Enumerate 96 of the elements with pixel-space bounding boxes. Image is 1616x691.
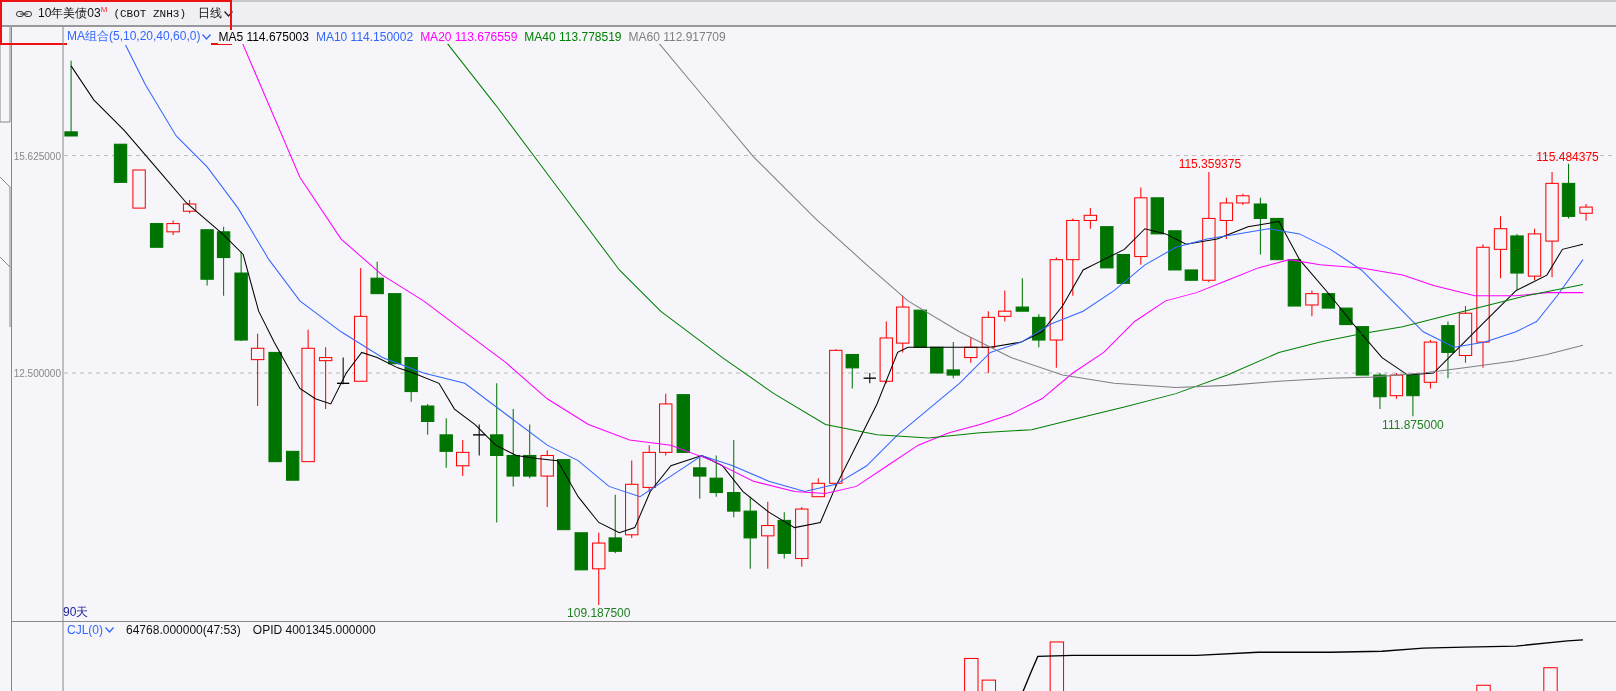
candlestick [1253,197,1268,255]
candlestick [1458,305,1473,364]
candlestick [113,143,128,183]
candlestick [1373,372,1387,410]
candlestick [879,320,893,384]
candlestick [608,494,622,554]
candlestick [1184,269,1199,281]
moving-average-value: MA10 114.150002 [315,29,414,44]
candlestick [659,393,673,456]
candlestick [1389,372,1404,400]
candlestick [811,477,825,498]
candlestick [1579,203,1593,221]
instrument-code: (CBOT ZNH3) [113,7,186,20]
candlestick [1423,339,1438,389]
volume-reading: 64768.000000(47:53) [126,623,241,637]
candlestick [1015,277,1030,312]
candlestick [1406,372,1420,417]
candlestick [1219,197,1234,240]
candlestick [1321,293,1336,309]
candlestick [642,444,656,493]
volume-bar [1543,667,1558,691]
candlestick [1305,290,1319,317]
candlestick [1083,207,1098,230]
volume-bar [1476,684,1491,691]
moving-average-value: MA40 113.778519 [524,29,622,44]
indicator-dropdown[interactable]: MA组合(5,10,20,40,60,0) [67,28,212,45]
side-tabs-drawing[interactable] [0,27,11,327]
candlestick [439,417,453,469]
price-extreme-label: 115.484375 [1536,149,1599,164]
price-extreme-label: 115.359375 [1178,156,1242,171]
indicator-dropdown[interactable]: CJL(0) [67,623,114,637]
volume-bar [1049,641,1065,691]
price-extreme-label: 111.875000 [1382,417,1444,432]
candlestick [1116,254,1131,284]
volume-reading: OPID 4001345.000000 [252,623,376,637]
candlestick [981,310,995,374]
candlestick [777,511,791,560]
candlestick [523,424,537,479]
market-label: M [100,5,108,14]
candlestick [795,506,809,568]
candlestick [964,336,978,364]
candlestick [1493,215,1508,279]
candlestick [540,449,554,508]
candlestick [1168,230,1182,271]
candlestick [761,501,775,570]
candlestick [200,229,214,286]
candlestick [420,403,435,436]
candlestick [1100,226,1114,269]
candlestick [149,223,164,248]
candlestick [1355,326,1370,376]
candlestick [336,357,350,385]
caret-icon [224,10,233,17]
candlestick [998,290,1012,322]
caret-icon [202,33,212,40]
candlestick [845,353,859,389]
link-icon[interactable] [16,9,32,18]
price-axis-label: 15.625000 [13,150,61,162]
candlestick [456,439,470,477]
candlestick [896,295,910,353]
instrument-title: 10年美债03 [38,5,101,22]
price-axis-label: 12.500000 [13,368,61,379]
candlestick [1270,217,1284,261]
candlestick [574,532,588,571]
candlestick [557,459,571,531]
volume-bar [981,679,997,691]
candlestick [370,261,384,295]
range-label: 90天 [63,604,89,621]
candlestick [676,394,690,453]
moving-average-value: MA5 114.675003 [218,29,309,44]
candlestick [216,226,231,297]
moving-average-value: MA20 113.676559 [420,29,518,44]
candlestick [1561,163,1576,219]
candlestick [404,357,418,403]
candlestick [1527,228,1542,281]
candlestick [472,424,487,456]
moving-average-value: MA60 112.917709 [628,29,726,44]
candlestick [930,346,944,374]
candlestick [318,346,333,410]
candlestick [1441,320,1455,379]
candlestick [182,199,197,214]
candlestick [709,454,723,498]
caret-icon [105,627,114,633]
period-dropdown[interactable]: 日线 [190,5,233,22]
candlestick [1510,233,1524,292]
candlestick [1032,313,1046,348]
candlestick [913,309,927,348]
candlestick [862,372,877,384]
candlestick [166,219,180,236]
candlestick [1150,197,1165,235]
price-extreme-label: 109.187500 [567,606,631,621]
candlestick [1236,193,1250,206]
candlestick [946,341,960,379]
candlestick [132,169,146,209]
candlestick [388,293,402,365]
candlestick [1287,259,1302,307]
volume-bar [964,657,979,691]
